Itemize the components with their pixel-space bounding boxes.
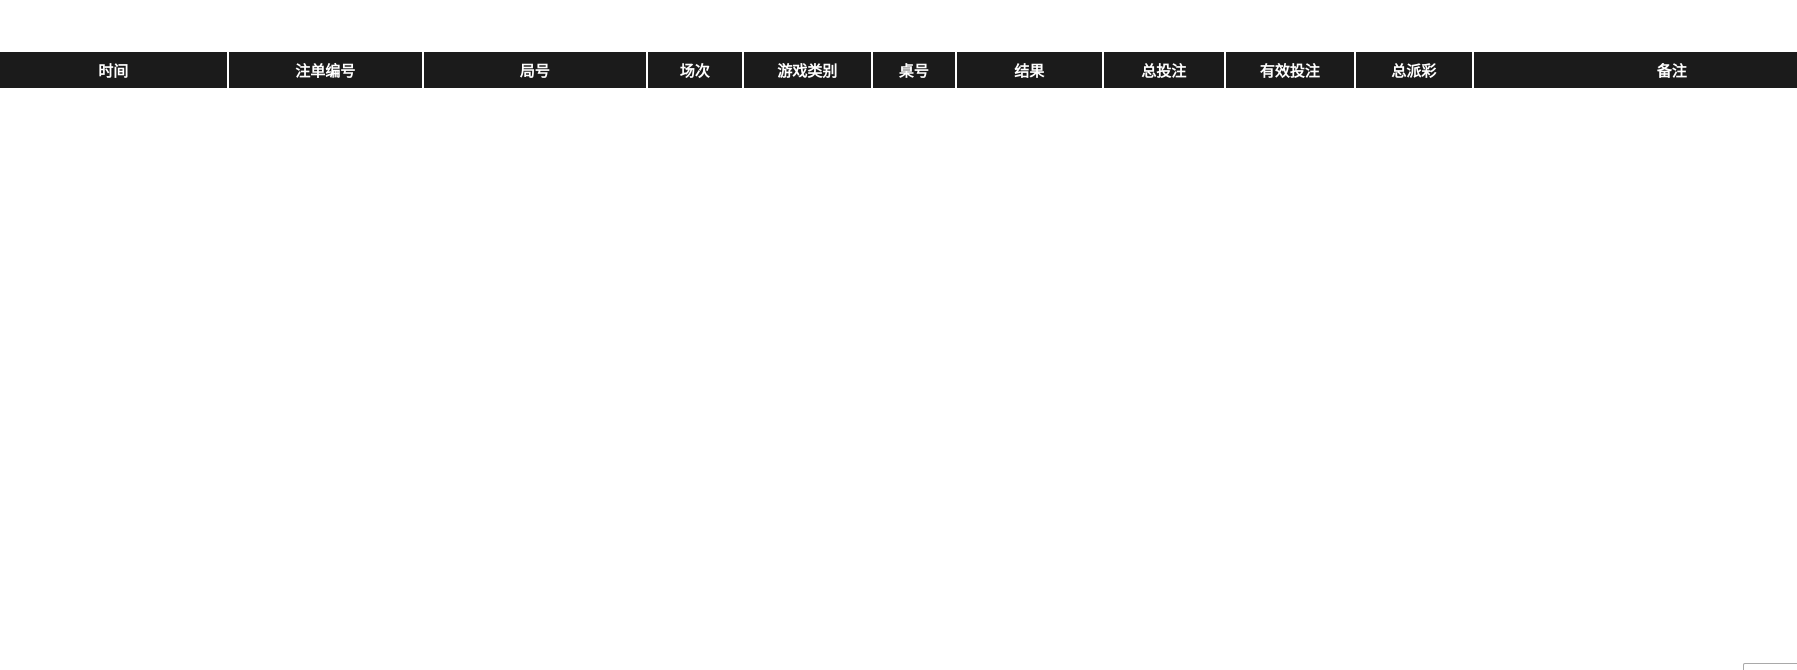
- column-header-game_type: 游戏类别: [743, 52, 873, 88]
- column-header-payout: 总派彩: [1355, 52, 1474, 88]
- column-header-total_bet: 总投注: [1103, 52, 1226, 88]
- column-header-result: 结果: [956, 52, 1104, 88]
- bottom-right-partial-box[interactable]: [1743, 663, 1797, 670]
- header-row: 时间 注单编号 局号 场次 游戏类别 桌号 结果 总投注 有效投注 总派彩 备注: [0, 52, 1797, 88]
- column-header-remark: 备注: [1473, 52, 1797, 88]
- column-header-table_no: 桌号: [872, 52, 957, 88]
- column-header-bet_id: 注单编号: [228, 52, 424, 88]
- column-header-time: 时间: [0, 52, 229, 88]
- table-header: 时间 注单编号 局号 场次 游戏类别 桌号 结果 总投注 有效投注 总派彩 备注: [0, 52, 1797, 88]
- column-header-session: 场次: [647, 52, 744, 88]
- bet-history-table-wrap: 时间 注单编号 局号 场次 游戏类别 桌号 结果 总投注 有效投注 总派彩 备注: [0, 52, 1797, 88]
- bet-history-table: 时间 注单编号 局号 场次 游戏类别 桌号 结果 总投注 有效投注 总派彩 备注: [0, 52, 1797, 88]
- bet-history-page: 时间 注单编号 局号 场次 游戏类别 桌号 结果 总投注 有效投注 总派彩 备注: [0, 0, 1797, 670]
- column-header-round_id: 局号: [423, 52, 648, 88]
- column-header-valid_bet: 有效投注: [1225, 52, 1356, 88]
